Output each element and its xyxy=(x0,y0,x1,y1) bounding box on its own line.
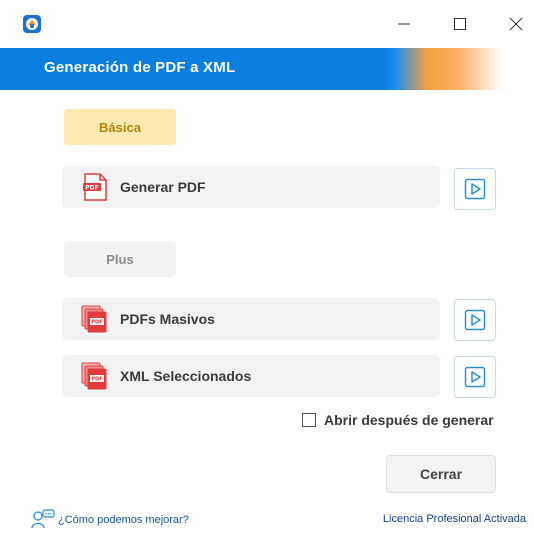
xml-seleccionados-label: XML Seleccionados xyxy=(120,368,252,384)
pdfs-masivos-label: PDFs Masivos xyxy=(120,311,215,327)
tab-basica[interactable]: Básica xyxy=(64,109,176,145)
header-banner: Generación de PDF a XML xyxy=(0,48,534,90)
maximize-icon xyxy=(454,18,466,30)
close-window-button[interactable] xyxy=(498,9,534,39)
multi-pdf-icon: PDF xyxy=(81,305,107,333)
run-pdfs-masivos-button[interactable] xyxy=(454,299,496,341)
title-bar xyxy=(0,0,534,46)
open-after-generate-option[interactable]: Abrir después de generar xyxy=(302,412,494,428)
xml-seleccionados-button[interactable]: PDF XML Seleccionados xyxy=(62,355,440,397)
license-status: Licencia Profesional Activada xyxy=(382,513,526,525)
tab-plus[interactable]: Plus xyxy=(64,241,176,277)
feedback-people-icon xyxy=(31,509,55,529)
play-icon xyxy=(464,178,486,200)
svg-text:PDF: PDF xyxy=(91,377,102,383)
svg-text:PDF: PDF xyxy=(85,185,98,192)
maximize-button[interactable] xyxy=(442,9,478,39)
minimize-icon xyxy=(398,23,410,25)
run-generar-pdf-button[interactable] xyxy=(454,168,496,210)
pdfs-masivos-button[interactable]: PDF PDFs Masivos xyxy=(62,298,440,340)
page-title: Generación de PDF a XML xyxy=(44,59,236,76)
app-logo-icon xyxy=(23,15,41,33)
open-after-generate-checkbox[interactable] xyxy=(302,413,316,427)
feedback-link-text[interactable]: ¿Cómo podemos mejorar? xyxy=(58,514,189,526)
open-after-generate-label: Abrir después de generar xyxy=(324,412,494,428)
close-icon xyxy=(509,17,523,31)
generar-pdf-label: Generar PDF xyxy=(120,179,206,195)
feedback-link[interactable]: ¿Cómo podemos mejorar? xyxy=(30,508,189,532)
minimize-button[interactable] xyxy=(386,9,422,39)
play-icon xyxy=(464,309,486,331)
play-icon xyxy=(464,366,486,388)
app-window: Generación de PDF a XML Básica PDF Gener… xyxy=(0,0,534,550)
cerrar-button[interactable]: Cerrar xyxy=(386,455,496,493)
svg-text:PDF: PDF xyxy=(91,320,102,326)
pdf-file-icon: PDF xyxy=(83,173,107,201)
multi-pdf-icon: PDF xyxy=(81,362,107,390)
generar-pdf-button[interactable]: PDF Generar PDF xyxy=(62,166,440,208)
run-xml-seleccionados-button[interactable] xyxy=(454,356,496,398)
